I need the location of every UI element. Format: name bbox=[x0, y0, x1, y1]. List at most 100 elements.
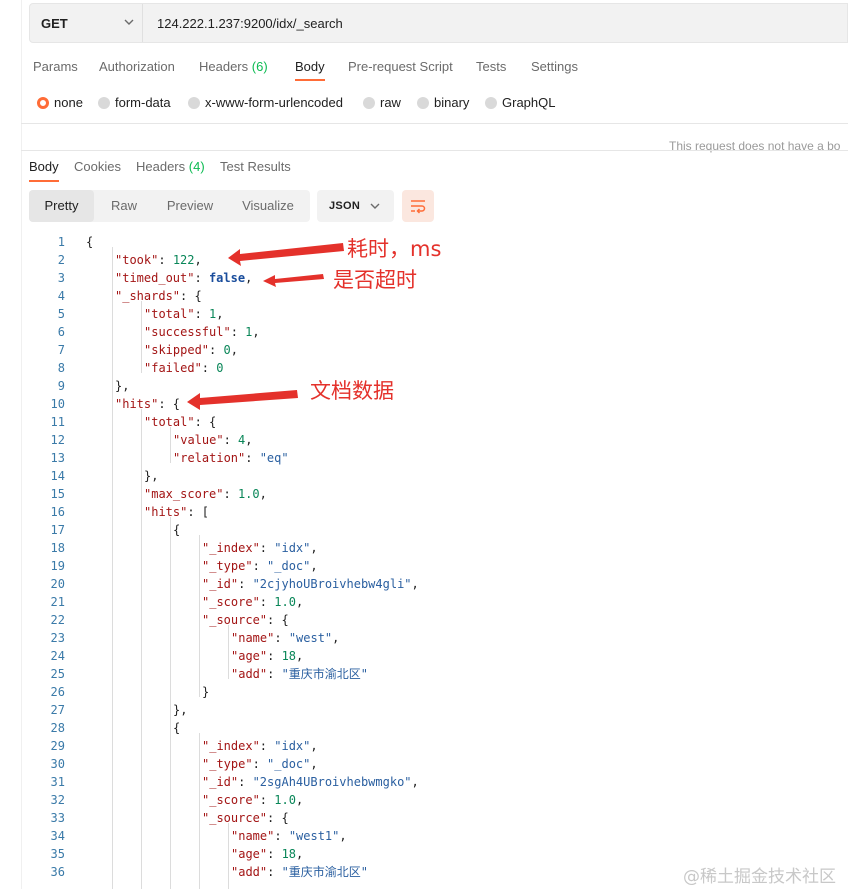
code-line: 18 "_index": "idx", bbox=[21, 539, 848, 557]
line-number: 35 bbox=[50, 847, 65, 861]
format-select[interactable]: JSON bbox=[317, 190, 394, 222]
code-token: , bbox=[310, 739, 318, 753]
code-token: "age" bbox=[231, 649, 268, 663]
code-token: "重庆市渝北区" bbox=[281, 865, 369, 879]
code-token: , bbox=[339, 829, 347, 843]
code-text: "_shards": { bbox=[115, 287, 202, 305]
code-token: "relation" bbox=[173, 451, 246, 465]
code-token: , bbox=[194, 253, 202, 267]
code-line: 19 "_type": "_doc", bbox=[21, 557, 848, 575]
tab-params[interactable]: Params bbox=[33, 59, 78, 74]
code-line: 9}, bbox=[21, 377, 848, 395]
code-text: "age": 18, bbox=[231, 647, 303, 665]
code-line: 17 { bbox=[21, 521, 848, 539]
radio-binary[interactable]: binary bbox=[417, 95, 469, 110]
code-token: "hits" bbox=[115, 397, 159, 411]
code-text: "_score": 1.0, bbox=[202, 791, 303, 809]
code-token: , bbox=[411, 577, 419, 591]
code-token: : bbox=[267, 667, 282, 681]
wrap-lines-icon bbox=[411, 200, 426, 214]
code-token: 18 bbox=[281, 847, 297, 861]
method-select[interactable]: GET bbox=[30, 4, 143, 42]
tab-settings[interactable]: Settings bbox=[531, 59, 578, 74]
format-label: JSON bbox=[329, 200, 361, 212]
divider bbox=[21, 123, 848, 124]
radio-graphql[interactable]: GraphQL bbox=[485, 95, 555, 110]
code-text: "total": { bbox=[144, 413, 216, 431]
code-text: "_source": { bbox=[202, 809, 289, 827]
line-number: 31 bbox=[50, 775, 65, 789]
code-text: }, bbox=[115, 377, 129, 395]
view-mode-group: Pretty Raw Preview Visualize bbox=[29, 190, 310, 222]
code-token: "idx" bbox=[274, 739, 311, 753]
line-number: 25 bbox=[50, 667, 65, 681]
code-token: "_score" bbox=[202, 595, 260, 609]
radio-icon bbox=[98, 97, 110, 109]
line-number: 18 bbox=[50, 541, 65, 555]
radio-icon bbox=[188, 97, 200, 109]
code-token: : bbox=[267, 649, 282, 663]
code-token: 122 bbox=[172, 253, 195, 267]
code-token: : bbox=[252, 559, 268, 573]
code-text: "_type": "_doc", bbox=[202, 755, 318, 773]
code-text: "_id": "2cjyhoUBroivhebw4gli", bbox=[202, 575, 419, 593]
tab-authorization[interactable]: Authorization bbox=[99, 59, 175, 74]
code-text: "skipped": 0, bbox=[144, 341, 238, 359]
annotation-timed-out: 是否超时 bbox=[333, 268, 417, 292]
radio-icon bbox=[485, 97, 497, 109]
code-text: { bbox=[86, 233, 93, 251]
code-token: "west1" bbox=[288, 829, 340, 843]
radio-form-data[interactable]: form-data bbox=[98, 95, 171, 110]
line-number: 11 bbox=[50, 415, 65, 429]
line-number: 5 bbox=[57, 307, 65, 321]
code-token: : [ bbox=[187, 505, 210, 519]
resp-tab-headers[interactable]: Headers (4) bbox=[136, 159, 205, 174]
code-token: , bbox=[259, 487, 267, 501]
code-line: 21 "_score": 1.0, bbox=[21, 593, 848, 611]
code-line: 14}, bbox=[21, 467, 848, 485]
code-token: 0 bbox=[216, 361, 224, 375]
code-token: : bbox=[245, 451, 260, 465]
radio-raw[interactable]: raw bbox=[363, 95, 401, 110]
resp-tab-cookies[interactable]: Cookies bbox=[74, 159, 121, 174]
code-token: "successful" bbox=[144, 325, 231, 339]
code-text: "relation": "eq" bbox=[173, 449, 289, 467]
tab-pre-request-script[interactable]: Pre-request Script bbox=[348, 59, 453, 74]
radio-none[interactable]: none bbox=[37, 95, 83, 110]
line-number: 30 bbox=[50, 757, 65, 771]
code-line: 29 "_index": "idx", bbox=[21, 737, 848, 755]
resp-tab-test-results[interactable]: Test Results bbox=[220, 159, 291, 174]
view-preview-button[interactable]: Preview bbox=[154, 190, 226, 222]
tab-tests[interactable]: Tests bbox=[476, 59, 506, 74]
url-input[interactable]: 124.222.1.237:9200/idx/_search bbox=[157, 16, 343, 31]
code-token: : bbox=[194, 271, 209, 285]
code-token: , bbox=[295, 793, 304, 807]
code-text: "add": "重庆市渝北区" bbox=[231, 665, 368, 683]
response-body-viewer[interactable]: 1 {2 "took": 122, 3 "timed_out": false, 4 "_sh… bbox=[21, 232, 848, 889]
code-token: , bbox=[216, 307, 224, 321]
tab-body[interactable]: Body bbox=[295, 59, 325, 74]
resp-tab-body[interactable]: Body bbox=[29, 159, 59, 174]
code-line: 7 "skipped": 0, bbox=[21, 341, 848, 359]
view-visualize-button[interactable]: Visualize bbox=[226, 190, 310, 222]
wrap-lines-button[interactable] bbox=[402, 190, 434, 222]
radio-x-www-form-urlencoded[interactable]: x-www-form-urlencoded bbox=[188, 95, 343, 110]
code-token: : bbox=[274, 829, 289, 843]
code-line: 25 "add": "重庆市渝北区" bbox=[21, 665, 848, 683]
code-token: : bbox=[259, 595, 275, 609]
line-number: 29 bbox=[50, 739, 65, 753]
code-token: "_id" bbox=[202, 775, 239, 789]
view-pretty-button[interactable]: Pretty bbox=[29, 190, 94, 222]
line-number: 8 bbox=[57, 361, 65, 375]
line-number: 6 bbox=[57, 325, 65, 339]
line-number: 9 bbox=[57, 379, 65, 393]
tab-headers[interactable]: Headers (6) bbox=[199, 59, 268, 74]
line-number: 26 bbox=[50, 685, 65, 699]
code-token: , bbox=[296, 649, 304, 663]
view-raw-button[interactable]: Raw bbox=[94, 190, 154, 222]
code-token: "_type" bbox=[202, 559, 253, 573]
code-token: : bbox=[259, 541, 275, 555]
code-token: : { bbox=[180, 289, 202, 303]
line-number: 22 bbox=[50, 613, 65, 627]
code-token: "skipped" bbox=[144, 343, 210, 357]
